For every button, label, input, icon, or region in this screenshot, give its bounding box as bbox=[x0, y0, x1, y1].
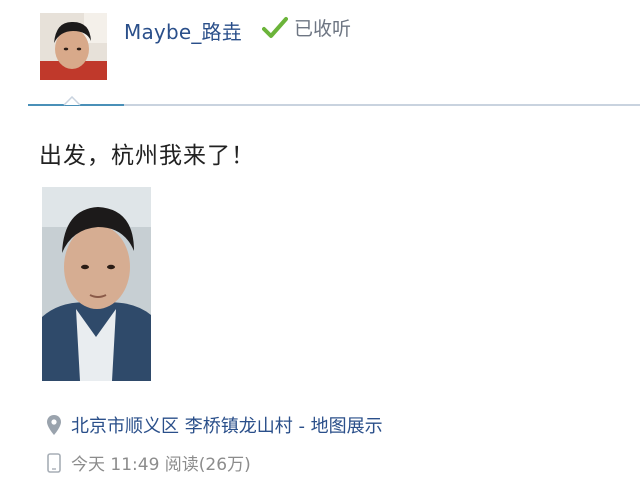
check-icon bbox=[262, 16, 288, 38]
mobile-phone-icon bbox=[47, 452, 61, 473]
avatar[interactable] bbox=[40, 13, 107, 80]
follow-status[interactable]: 已收听 bbox=[262, 14, 351, 41]
post-divider bbox=[28, 96, 640, 106]
location-pin-icon bbox=[47, 415, 61, 435]
follow-status-label: 已收听 bbox=[294, 18, 352, 40]
post-text: 出发，杭州我来了！ bbox=[39, 143, 255, 169]
location-row[interactable]: 北京市顺义区 李桥镇龙山村 - 地图展示 bbox=[47, 412, 383, 438]
post-meta: 今天 11:49 阅读(26万) bbox=[47, 450, 251, 475]
post-meta-text: 今天 11:49 阅读(26万) bbox=[71, 455, 251, 475]
post-photo[interactable] bbox=[42, 187, 151, 381]
username-link[interactable]: Maybe_路垚 bbox=[124, 16, 242, 45]
location-link[interactable]: 北京市顺义区 李桥镇龙山村 - 地图展示 bbox=[71, 412, 383, 438]
